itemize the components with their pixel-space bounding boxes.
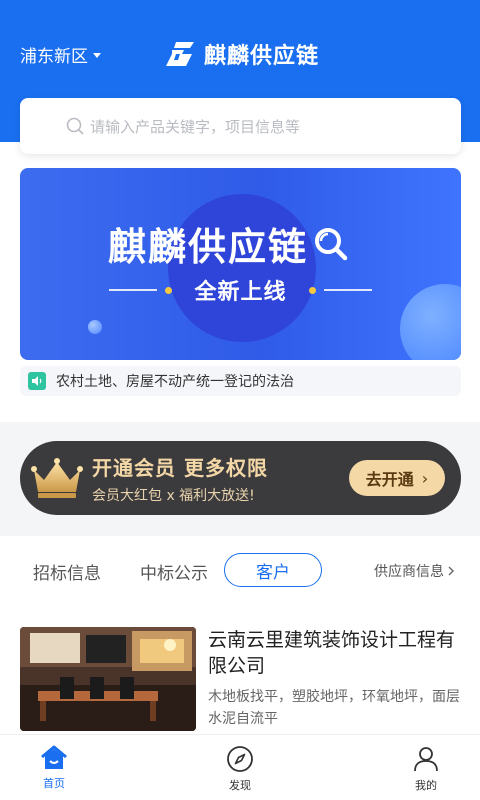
membership-texts: 开通会员 更多权限 会员大红包 x 福利大放送! [92, 452, 268, 505]
user-icon [414, 747, 438, 772]
bottom-tab-bar: 首页 发现 我的 [0, 734, 480, 800]
chevron-right-icon: › [421, 468, 429, 488]
tab-bidding[interactable]: 招标信息 [33, 553, 101, 589]
tabbar-discover[interactable]: 发现 [210, 745, 270, 793]
open-membership-button[interactable]: 去开通 › [349, 460, 445, 496]
banner-subtitle-group: 全新上线 [20, 274, 461, 306]
banner-title-group: 麒麟供应链 [108, 216, 350, 271]
tab-award[interactable]: 中标公示 [140, 553, 208, 589]
divider [109, 289, 158, 291]
company-image [20, 627, 196, 731]
tabbar-discover-label: 发现 [229, 779, 251, 792]
notice-text: 农村土地、房屋不动产统一登记的法治 [56, 374, 294, 390]
chevron-right-icon [448, 566, 454, 576]
tabbar-home-label: 首页 [43, 777, 65, 790]
dot [165, 286, 173, 294]
membership-subtitle: 会员大红包 x 福利大放送! [92, 487, 255, 504]
compass-icon [227, 746, 253, 772]
supplier-info-link[interactable]: 供应商信息 [374, 561, 456, 581]
logo-icon [166, 42, 194, 66]
banner-title: 麒麟供应链 [108, 225, 309, 269]
tabbar-home[interactable]: 首页 [24, 745, 84, 791]
banner-orb-small [88, 320, 102, 334]
home-icon [41, 745, 67, 769]
search-bar[interactable]: 请输入产品关键字，项目信息等 [20, 98, 461, 154]
company-name: 云南云里建筑装饰设计工程有限公司 [208, 629, 456, 677]
promo-banner[interactable]: 麒麟供应链 全新上线 [20, 168, 461, 360]
notice-bar[interactable]: 农村土地、房屋不动产统一登记的法治 [20, 366, 461, 396]
tabbar-mine-label: 我的 [415, 779, 437, 792]
open-membership-label: 去开通 [365, 470, 414, 489]
search-icon [315, 227, 348, 260]
search-icon [66, 117, 84, 135]
speaker-icon [28, 372, 46, 390]
membership-title: 开通会员 更多权限 [92, 455, 268, 480]
company-description: 木地板找平，塑胶地坪，环氧地坪，面层水泥自流平 [208, 689, 460, 727]
location-label: 浦东新区 [20, 46, 88, 67]
crown-icon [31, 458, 83, 498]
supplier-info-label: 供应商信息 [374, 564, 444, 580]
status-bar [0, 0, 480, 30]
dot [308, 286, 316, 294]
search-placeholder: 请输入产品关键字，项目信息等 [90, 117, 301, 136]
tab-customer[interactable]: 客户 [224, 553, 322, 587]
membership-card[interactable]: 开通会员 更多权限 会员大红包 x 福利大放送! 去开通 › [20, 441, 461, 515]
company-card[interactable]: 云南云里建筑装饰设计工程有限公司 木地板找平，塑胶地坪，环氧地坪，面层水泥自流平 [20, 627, 460, 731]
divider [323, 289, 372, 291]
location-selector[interactable]: 浦东新区 [20, 42, 101, 67]
banner-subtitle: 全新上线 [194, 280, 287, 305]
brand-name: 麒麟供应链 [204, 44, 320, 69]
brand-logo: 麒麟供应链 [162, 38, 319, 70]
caret-down-icon [93, 52, 101, 58]
category-tabs: 招标信息 中标公示 客户 供应商信息 [0, 553, 480, 589]
tabbar-mine[interactable]: 我的 [396, 745, 456, 793]
